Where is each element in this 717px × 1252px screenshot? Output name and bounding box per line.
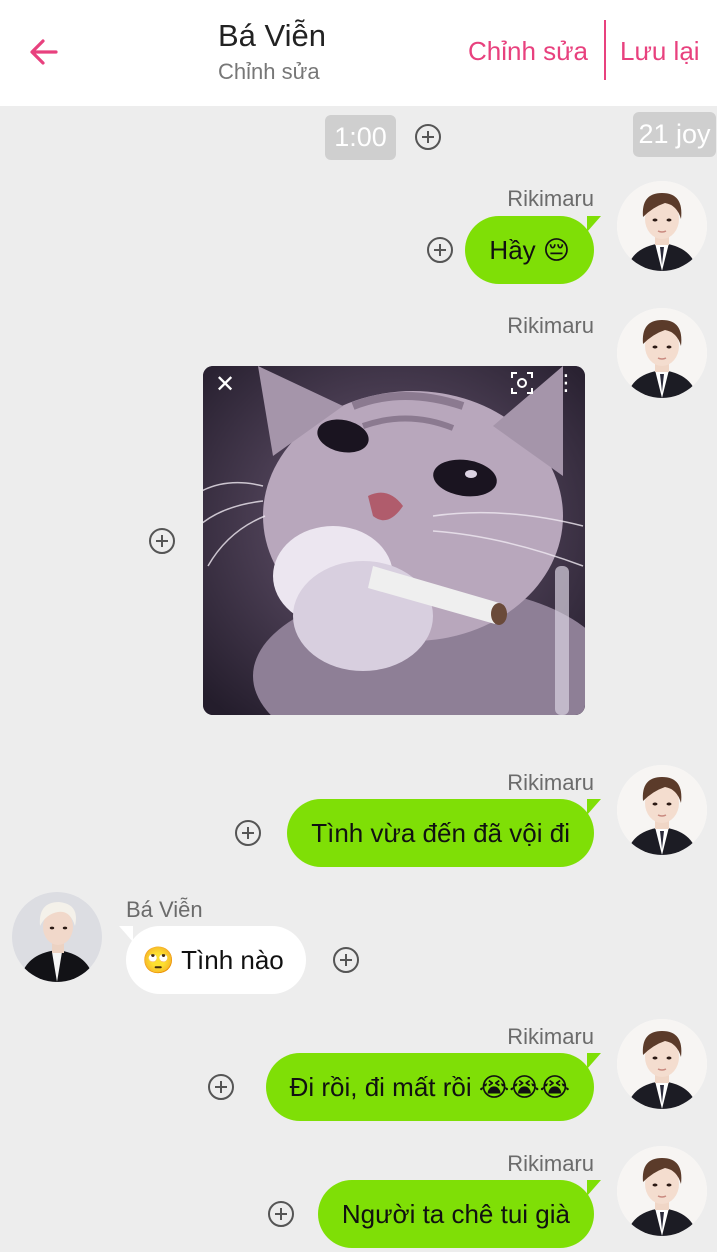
avatar-ba-vien-image xyxy=(12,892,102,982)
pensive-emoji: 😔 xyxy=(542,236,570,266)
message-text: Hầy xyxy=(489,235,543,265)
avatar[interactable] xyxy=(12,892,102,982)
message-text: Tình nào xyxy=(174,945,284,975)
add-circle-icon[interactable] xyxy=(333,947,359,973)
add-circle-icon[interactable] xyxy=(415,124,441,150)
eye-roll-emoji: 🙄 xyxy=(142,946,175,976)
avatar[interactable] xyxy=(617,1146,707,1236)
avatar-rikimaru-image xyxy=(617,1019,707,1109)
message-text: Người ta chê tui già xyxy=(341,1199,570,1229)
message-bubble[interactable]: Hầy 😔 xyxy=(465,216,601,284)
message-bubble[interactable]: 🙄 Tình nào xyxy=(119,926,306,994)
avatar-rikimaru-image xyxy=(617,181,707,271)
avatar-rikimaru-image xyxy=(617,765,707,855)
page-subtitle: Chỉnh sửa xyxy=(218,59,320,84)
sender-name: Bá Viễn xyxy=(126,897,203,922)
time-chip[interactable]: 1:00 xyxy=(325,115,396,160)
title-group: Bá Viễn Chỉnh sửa xyxy=(218,18,326,85)
close-icon[interactable]: ✕ xyxy=(215,372,235,398)
add-circle-icon[interactable] xyxy=(235,820,261,846)
avatar[interactable] xyxy=(617,308,707,398)
message-text: Tình vừa đến đã vội đi xyxy=(311,818,570,848)
header-bar: Bá Viễn Chỉnh sửa Chỉnh sửa Lưu lại xyxy=(0,0,717,106)
add-circle-icon[interactable] xyxy=(427,237,453,263)
crying-emoji: 😭😭😭 xyxy=(478,1073,570,1103)
sender-name: Rikimaru xyxy=(507,1024,594,1049)
sender-name: Rikimaru xyxy=(507,770,594,795)
sender-name: Rikimaru xyxy=(507,186,594,211)
avatar[interactable] xyxy=(617,181,707,271)
edit-button[interactable]: Chỉnh sửa xyxy=(468,34,588,68)
lens-icon[interactable] xyxy=(509,370,535,396)
page-title: Bá Viễn xyxy=(218,18,327,53)
sender-name: Rikimaru xyxy=(507,1151,594,1176)
add-circle-icon[interactable] xyxy=(149,528,175,554)
cat-photo-image xyxy=(203,366,585,715)
header-divider xyxy=(604,20,606,80)
cat-smoking-photo[interactable]: ✕ ⋮ xyxy=(203,366,585,715)
avatar-rikimaru-image xyxy=(617,1146,707,1236)
avatar[interactable] xyxy=(617,765,707,855)
save-button[interactable]: Lưu lại xyxy=(620,34,700,68)
joy-chip[interactable]: 21 joy xyxy=(633,112,716,157)
sender-name: Rikimaru xyxy=(507,313,594,338)
message-bubble[interactable]: Người ta chê tui già xyxy=(317,1180,602,1248)
avatar[interactable] xyxy=(617,1019,707,1109)
message-bubble[interactable]: Đi rồi, đi mất rồi 😭😭😭 xyxy=(265,1053,602,1121)
message-text: Đi rồi, đi mất rồi xyxy=(289,1072,479,1102)
more-vertical-icon[interactable]: ⋮ xyxy=(555,370,577,396)
message-bubble[interactable]: Tình vừa đến đã vội đi xyxy=(287,799,601,867)
add-circle-icon[interactable] xyxy=(268,1201,294,1227)
add-circle-icon[interactable] xyxy=(208,1074,234,1100)
avatar-rikimaru-image xyxy=(617,308,707,398)
back-arrow-icon[interactable] xyxy=(22,30,66,74)
